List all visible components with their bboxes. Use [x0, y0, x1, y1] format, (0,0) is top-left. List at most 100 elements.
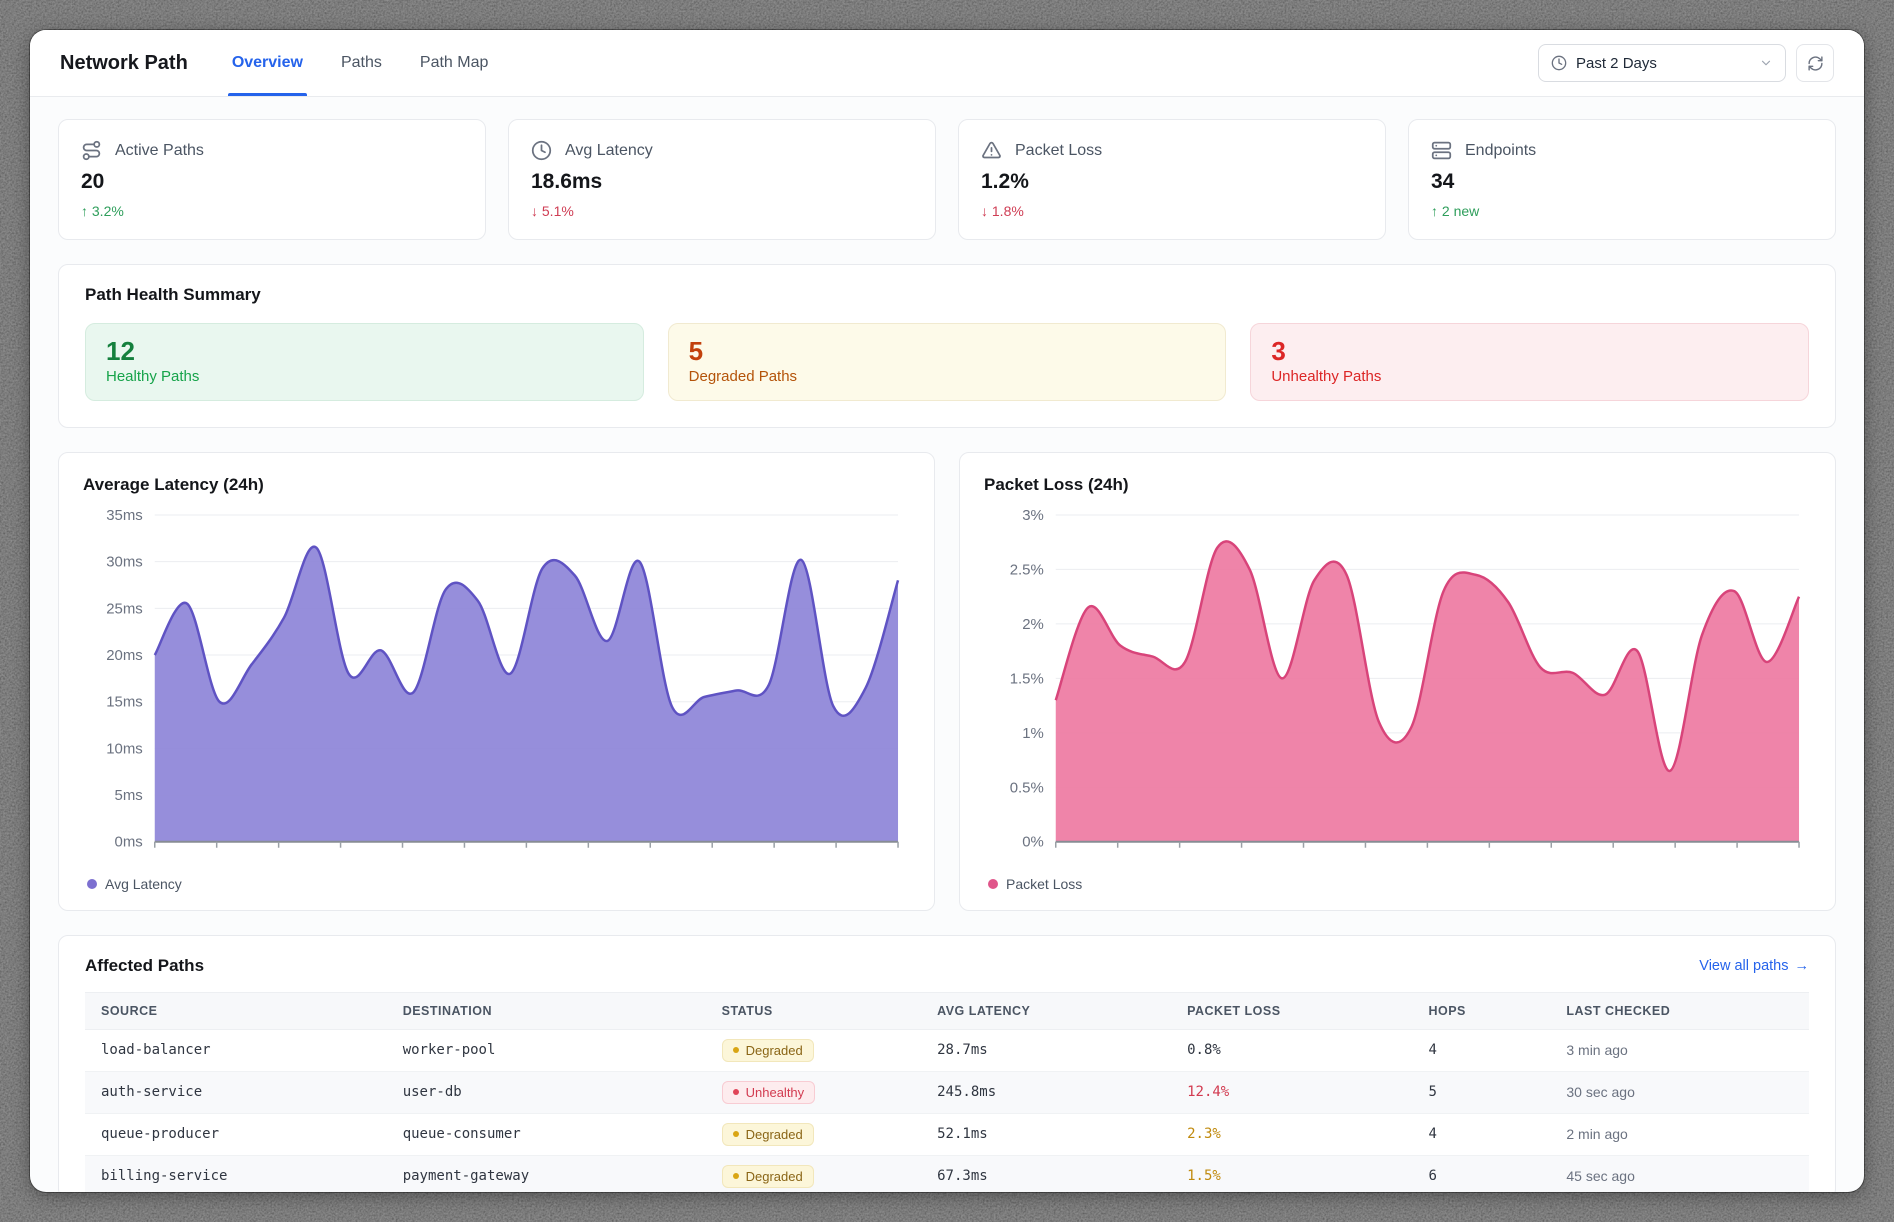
cell-packet-loss: 12.4% [1171, 1071, 1412, 1113]
stat-delta: ↑ 2 new [1431, 203, 1813, 219]
cell-avg-latency: 52.1ms [921, 1113, 1171, 1155]
degraded-count: 5 [689, 337, 1206, 367]
packet-loss-legend: Packet Loss [984, 874, 1811, 896]
cell-destination: queue-consumer [387, 1113, 706, 1155]
svg-text:15ms: 15ms [106, 694, 143, 711]
stat-label: Avg Latency [565, 142, 653, 160]
table-row: billing-servicepayment-gateway Degraded 67… [85, 1155, 1809, 1192]
unhealthy-count: 3 [1271, 337, 1788, 367]
tab-path-map[interactable]: Path Map [420, 30, 488, 96]
health-grid: 12 Healthy Paths 5 Degraded Paths 3 Unhe… [85, 323, 1809, 401]
cell-destination: payment-gateway [387, 1155, 706, 1192]
path-health-summary: Path Health Summary 12 Healthy Paths 5 D… [58, 264, 1836, 428]
time-range-select[interactable]: Past 2 Days [1538, 44, 1786, 82]
affected-paths-title: Affected Paths [85, 956, 204, 976]
view-all-paths-label: View all paths [1699, 958, 1788, 974]
svg-text:1%: 1% [1022, 725, 1044, 742]
svg-text:0ms: 0ms [115, 834, 143, 851]
cell-last-checked: 2 min ago [1550, 1113, 1809, 1155]
legend-dot [988, 879, 998, 889]
stat-label: Active Paths [115, 142, 204, 160]
status-badge: Degraded [722, 1123, 814, 1146]
cell-hops: 4 [1412, 1113, 1550, 1155]
unhealthy-paths-pill: 3 Unhealthy Paths [1250, 323, 1809, 401]
cell-avg-latency: 67.3ms [921, 1155, 1171, 1192]
header: Network Path Overview Paths Path Map Pas… [30, 30, 1864, 97]
col-avg-latency: AVG LATENCY [921, 992, 1171, 1029]
cell-hops: 6 [1412, 1155, 1550, 1192]
status-dot-icon [733, 1089, 739, 1095]
col-status: STATUS [706, 992, 922, 1029]
cell-status: Unhealthy [706, 1071, 922, 1113]
svg-text:35ms: 35ms [106, 507, 143, 524]
stat-value: 20 [81, 170, 463, 194]
packet-loss-chart-card: Packet Loss (24h) 0%0.5%1%1.5%2%2.5%3% P… [959, 452, 1836, 911]
server-stack-icon [1431, 140, 1452, 161]
cell-source: load-balancer [85, 1029, 387, 1071]
stat-cards: Active Paths 20 ↑ 3.2% Avg Latency 18.6m… [58, 119, 1836, 240]
refresh-icon [1807, 55, 1824, 72]
unhealthy-label: Unhealthy Paths [1271, 368, 1788, 385]
cell-source: billing-service [85, 1155, 387, 1192]
affected-paths-card: Affected Paths View all paths → SOURCE [58, 935, 1836, 1192]
affected-paths-body: load-balancerworker-poolDegraded28.7ms0.… [85, 1029, 1809, 1192]
cell-source: auth-service [85, 1071, 387, 1113]
stat-value: 34 [1431, 170, 1813, 194]
refresh-button[interactable] [1796, 44, 1834, 82]
healthy-count: 12 [106, 337, 623, 367]
window-frame: Network Path Overview Paths Path Map Pas… [0, 0, 1894, 1222]
table-row: load-balancerworker-poolDegraded28.7ms0.… [85, 1029, 1809, 1071]
status-dot-icon [733, 1131, 739, 1137]
svg-text:0.5%: 0.5% [1010, 779, 1044, 796]
table-row: auth-serviceuser-dbUnhealthy245.8ms12.4%… [85, 1071, 1809, 1113]
tab-overview[interactable]: Overview [232, 30, 303, 96]
affected-paths-table: SOURCE DESTINATION STATUS AVG LATENCY PA… [85, 992, 1809, 1192]
status-badge: Unhealthy [722, 1081, 816, 1104]
cell-last-checked: 30 sec ago [1550, 1071, 1809, 1113]
cell-destination: user-db [387, 1071, 706, 1113]
main-content: Active Paths 20 ↑ 3.2% Avg Latency 18.6m… [30, 97, 1864, 1192]
latency-area-chart: 0ms5ms10ms15ms20ms25ms30ms35ms [83, 503, 910, 874]
legend-label: Avg Latency [105, 876, 182, 892]
cell-hops: 5 [1412, 1071, 1550, 1113]
latency-chart-card: Average Latency (24h) 0ms5ms10ms15ms20ms… [58, 452, 935, 911]
chevron-down-icon [1759, 56, 1773, 70]
col-hops: HOPS [1412, 992, 1550, 1029]
tab-paths[interactable]: Paths [341, 30, 382, 96]
col-packet-loss: PACKET LOSS [1171, 992, 1412, 1029]
packet-loss-chart-title: Packet Loss (24h) [984, 475, 1811, 495]
status-badge: Degraded [722, 1165, 814, 1188]
svg-text:1.5%: 1.5% [1010, 670, 1044, 687]
status-dot-icon [733, 1047, 739, 1053]
charts-row: Average Latency (24h) 0ms5ms10ms15ms20ms… [58, 452, 1836, 911]
dashboard-panel: Network Path Overview Paths Path Map Pas… [30, 30, 1864, 1192]
cell-last-checked: 45 sec ago [1550, 1155, 1809, 1192]
cell-status: Degraded [706, 1155, 922, 1192]
legend-label: Packet Loss [1006, 876, 1082, 892]
time-range-value: Past 2 Days [1576, 55, 1657, 72]
stat-card-active-paths: Active Paths 20 ↑ 3.2% [58, 119, 486, 240]
svg-text:10ms: 10ms [106, 740, 143, 757]
svg-text:25ms: 25ms [106, 600, 143, 617]
tab-bar: Overview Paths Path Map [232, 30, 489, 96]
affected-paths-header: Affected Paths View all paths → [85, 956, 1809, 976]
cell-packet-loss: 0.8% [1171, 1029, 1412, 1071]
stat-label: Endpoints [1465, 142, 1536, 160]
page-title: Network Path [60, 52, 188, 75]
col-source: SOURCE [85, 992, 387, 1029]
status-badge: Degraded [722, 1039, 814, 1062]
degraded-paths-pill: 5 Degraded Paths [668, 323, 1227, 401]
cell-source: queue-producer [85, 1113, 387, 1155]
cell-hops: 4 [1412, 1029, 1550, 1071]
warning-triangle-icon [981, 140, 1002, 161]
svg-text:0%: 0% [1022, 834, 1044, 851]
stat-card-endpoints: Endpoints 34 ↑ 2 new [1408, 119, 1836, 240]
packet-loss-area-chart: 0%0.5%1%1.5%2%2.5%3% [984, 503, 1811, 874]
latency-legend: Avg Latency [83, 874, 910, 896]
svg-text:30ms: 30ms [106, 554, 143, 571]
view-all-paths-link[interactable]: View all paths → [1699, 958, 1809, 974]
stat-card-avg-latency: Avg Latency 18.6ms ↓ 5.1% [508, 119, 936, 240]
clock-icon [531, 140, 552, 161]
route-icon [81, 140, 102, 161]
svg-text:20ms: 20ms [106, 647, 143, 664]
